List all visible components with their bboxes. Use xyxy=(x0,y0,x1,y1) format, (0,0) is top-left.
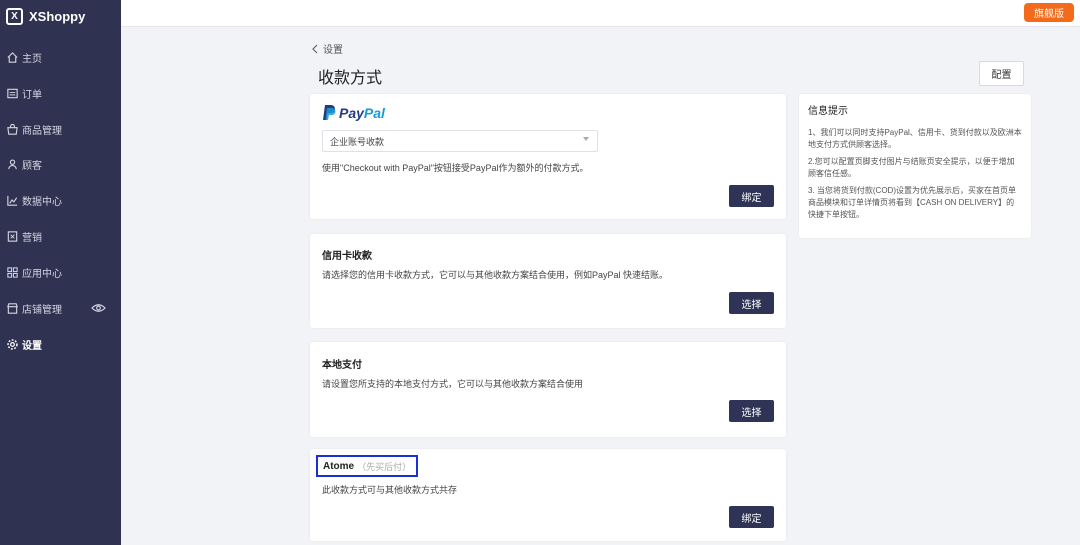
settings-icon xyxy=(7,338,18,350)
products-icon xyxy=(7,123,18,135)
local-payment-card: 本地支付 请设置您所支持的本地支付方式，它可以与其他收款方案结合使用 选择 xyxy=(310,342,786,437)
info-panel: 信息提示 1、我们可以同时支持PayPal、信用卡、货到付款以及欧洲本地支付方式… xyxy=(799,94,1031,238)
sidebar: X XShoppy 主页 订单 商品管理 顾客 数据中心 营销 应用中心 店铺管… xyxy=(0,0,121,545)
page-title: 收款方式 xyxy=(318,70,383,87)
customers-icon xyxy=(8,158,17,169)
select-value: 企业账号收款 xyxy=(330,136,385,147)
breadcrumb-label: 设置 xyxy=(323,45,343,56)
chevron-down-icon xyxy=(583,137,589,141)
info-item: 1、我们可以同时支持PayPal、信用卡、货到付款以及欧洲本地支付方式供顾客选择… xyxy=(808,128,1022,149)
sidebar-item-store[interactable]: 店铺管理 xyxy=(0,297,121,319)
breadcrumb[interactable]: 设置 xyxy=(311,41,343,56)
paypal-bind-button[interactable]: 绑定 xyxy=(729,185,774,207)
sidebar-item-label: 数据中心 xyxy=(22,196,62,208)
apps-icon xyxy=(7,266,18,278)
credit-card-description: 请选择您的信用卡收款方式，它可以与其他收款方案结合使用，例如PayPal 快速结… xyxy=(322,270,669,280)
eye-icon[interactable] xyxy=(91,301,106,315)
atome-description: 此收款方式可与其他收款方式共存 xyxy=(322,485,458,495)
sidebar-item-customers[interactable]: 顾客 xyxy=(0,153,121,175)
local-payment-title: 本地支付 xyxy=(322,360,362,371)
sidebar-item-label: 主页 xyxy=(22,53,42,65)
store-icon xyxy=(7,302,18,314)
paypal-logo-pal: Pal xyxy=(363,104,385,121)
atome-subtitle: （先买后付） xyxy=(357,461,412,472)
credit-card-title: 信用卡收款 xyxy=(322,251,372,262)
orders-icon xyxy=(7,88,18,98)
paypal-description: 使用"Checkout with PayPal"按钮接受PayPal作为额外的付… xyxy=(322,163,589,173)
info-item: 3. 当您将货到付款(COD)设置为优先展示后，买家在首页单商品模块和订单详情页… xyxy=(808,186,1016,219)
sidebar-item-orders[interactable]: 订单 xyxy=(0,82,121,104)
atome-title-highlight: Atome （先买后付） xyxy=(316,455,418,477)
sidebar-item-apps[interactable]: 应用中心 xyxy=(0,261,121,283)
local-payment-select-button[interactable]: 选择 xyxy=(729,400,774,422)
local-payment-description: 请设置您所支持的本地支付方式，它可以与其他收款方案结合使用 xyxy=(322,379,584,389)
credit-card-select-button[interactable]: 选择 xyxy=(729,292,774,314)
app-name: XShoppy xyxy=(29,9,86,24)
logo-icon: X xyxy=(6,8,23,25)
chevron-left-icon xyxy=(312,44,318,53)
info-title: 信息提示 xyxy=(808,106,848,117)
paypal-logo-pay: Pay xyxy=(339,104,364,121)
marketing-icon xyxy=(7,230,18,242)
sidebar-item-settings[interactable]: 设置 xyxy=(0,333,121,355)
paypal-logo: Pay Pal xyxy=(322,104,385,121)
sidebar-item-analytics[interactable]: 数据中心 xyxy=(0,189,121,211)
info-item: 2.您可以配置页脚支付图片与结账页安全提示，以便于增加顾客信任感。 xyxy=(808,157,1015,178)
sidebar-item-marketing[interactable]: 营销 xyxy=(0,225,121,247)
atome-card: Atome （先买后付） 此收款方式可与其他收款方式共存 绑定 xyxy=(310,449,786,541)
plan-badge[interactable]: 旗舰版 xyxy=(1024,3,1074,22)
sidebar-item-label: 顾客 xyxy=(22,160,42,172)
config-button[interactable]: 配置 xyxy=(979,61,1024,86)
home-icon xyxy=(7,51,18,63)
sidebar-item-products[interactable]: 商品管理 xyxy=(0,118,121,140)
atome-bind-button[interactable]: 绑定 xyxy=(729,506,774,528)
app-logo[interactable]: X XShoppy xyxy=(6,8,85,25)
sidebar-item-label: 营销 xyxy=(22,232,42,244)
atome-title: Atome xyxy=(323,460,355,472)
credit-card-card: 信用卡收款 请选择您的信用卡收款方式，它可以与其他收款方案结合使用，例如PayP… xyxy=(310,234,786,328)
sidebar-item-label: 商品管理 xyxy=(22,125,62,137)
sidebar-item-label: 设置 xyxy=(22,340,42,352)
top-bar: 旗舰版 xyxy=(121,0,1080,27)
paypal-icon xyxy=(323,105,336,120)
paypal-card: Pay Pal 企业账号收款 使用"Checkout with PayPal"按钮… xyxy=(310,94,786,219)
paypal-account-select[interactable]: 企业账号收款 xyxy=(322,130,598,152)
sidebar-item-label: 订单 xyxy=(22,89,42,101)
analytics-icon xyxy=(7,195,18,206)
sidebar-item-label: 应用中心 xyxy=(22,268,62,280)
sidebar-item-label: 店铺管理 xyxy=(22,304,62,316)
sidebar-item-home[interactable]: 主页 xyxy=(0,46,121,68)
